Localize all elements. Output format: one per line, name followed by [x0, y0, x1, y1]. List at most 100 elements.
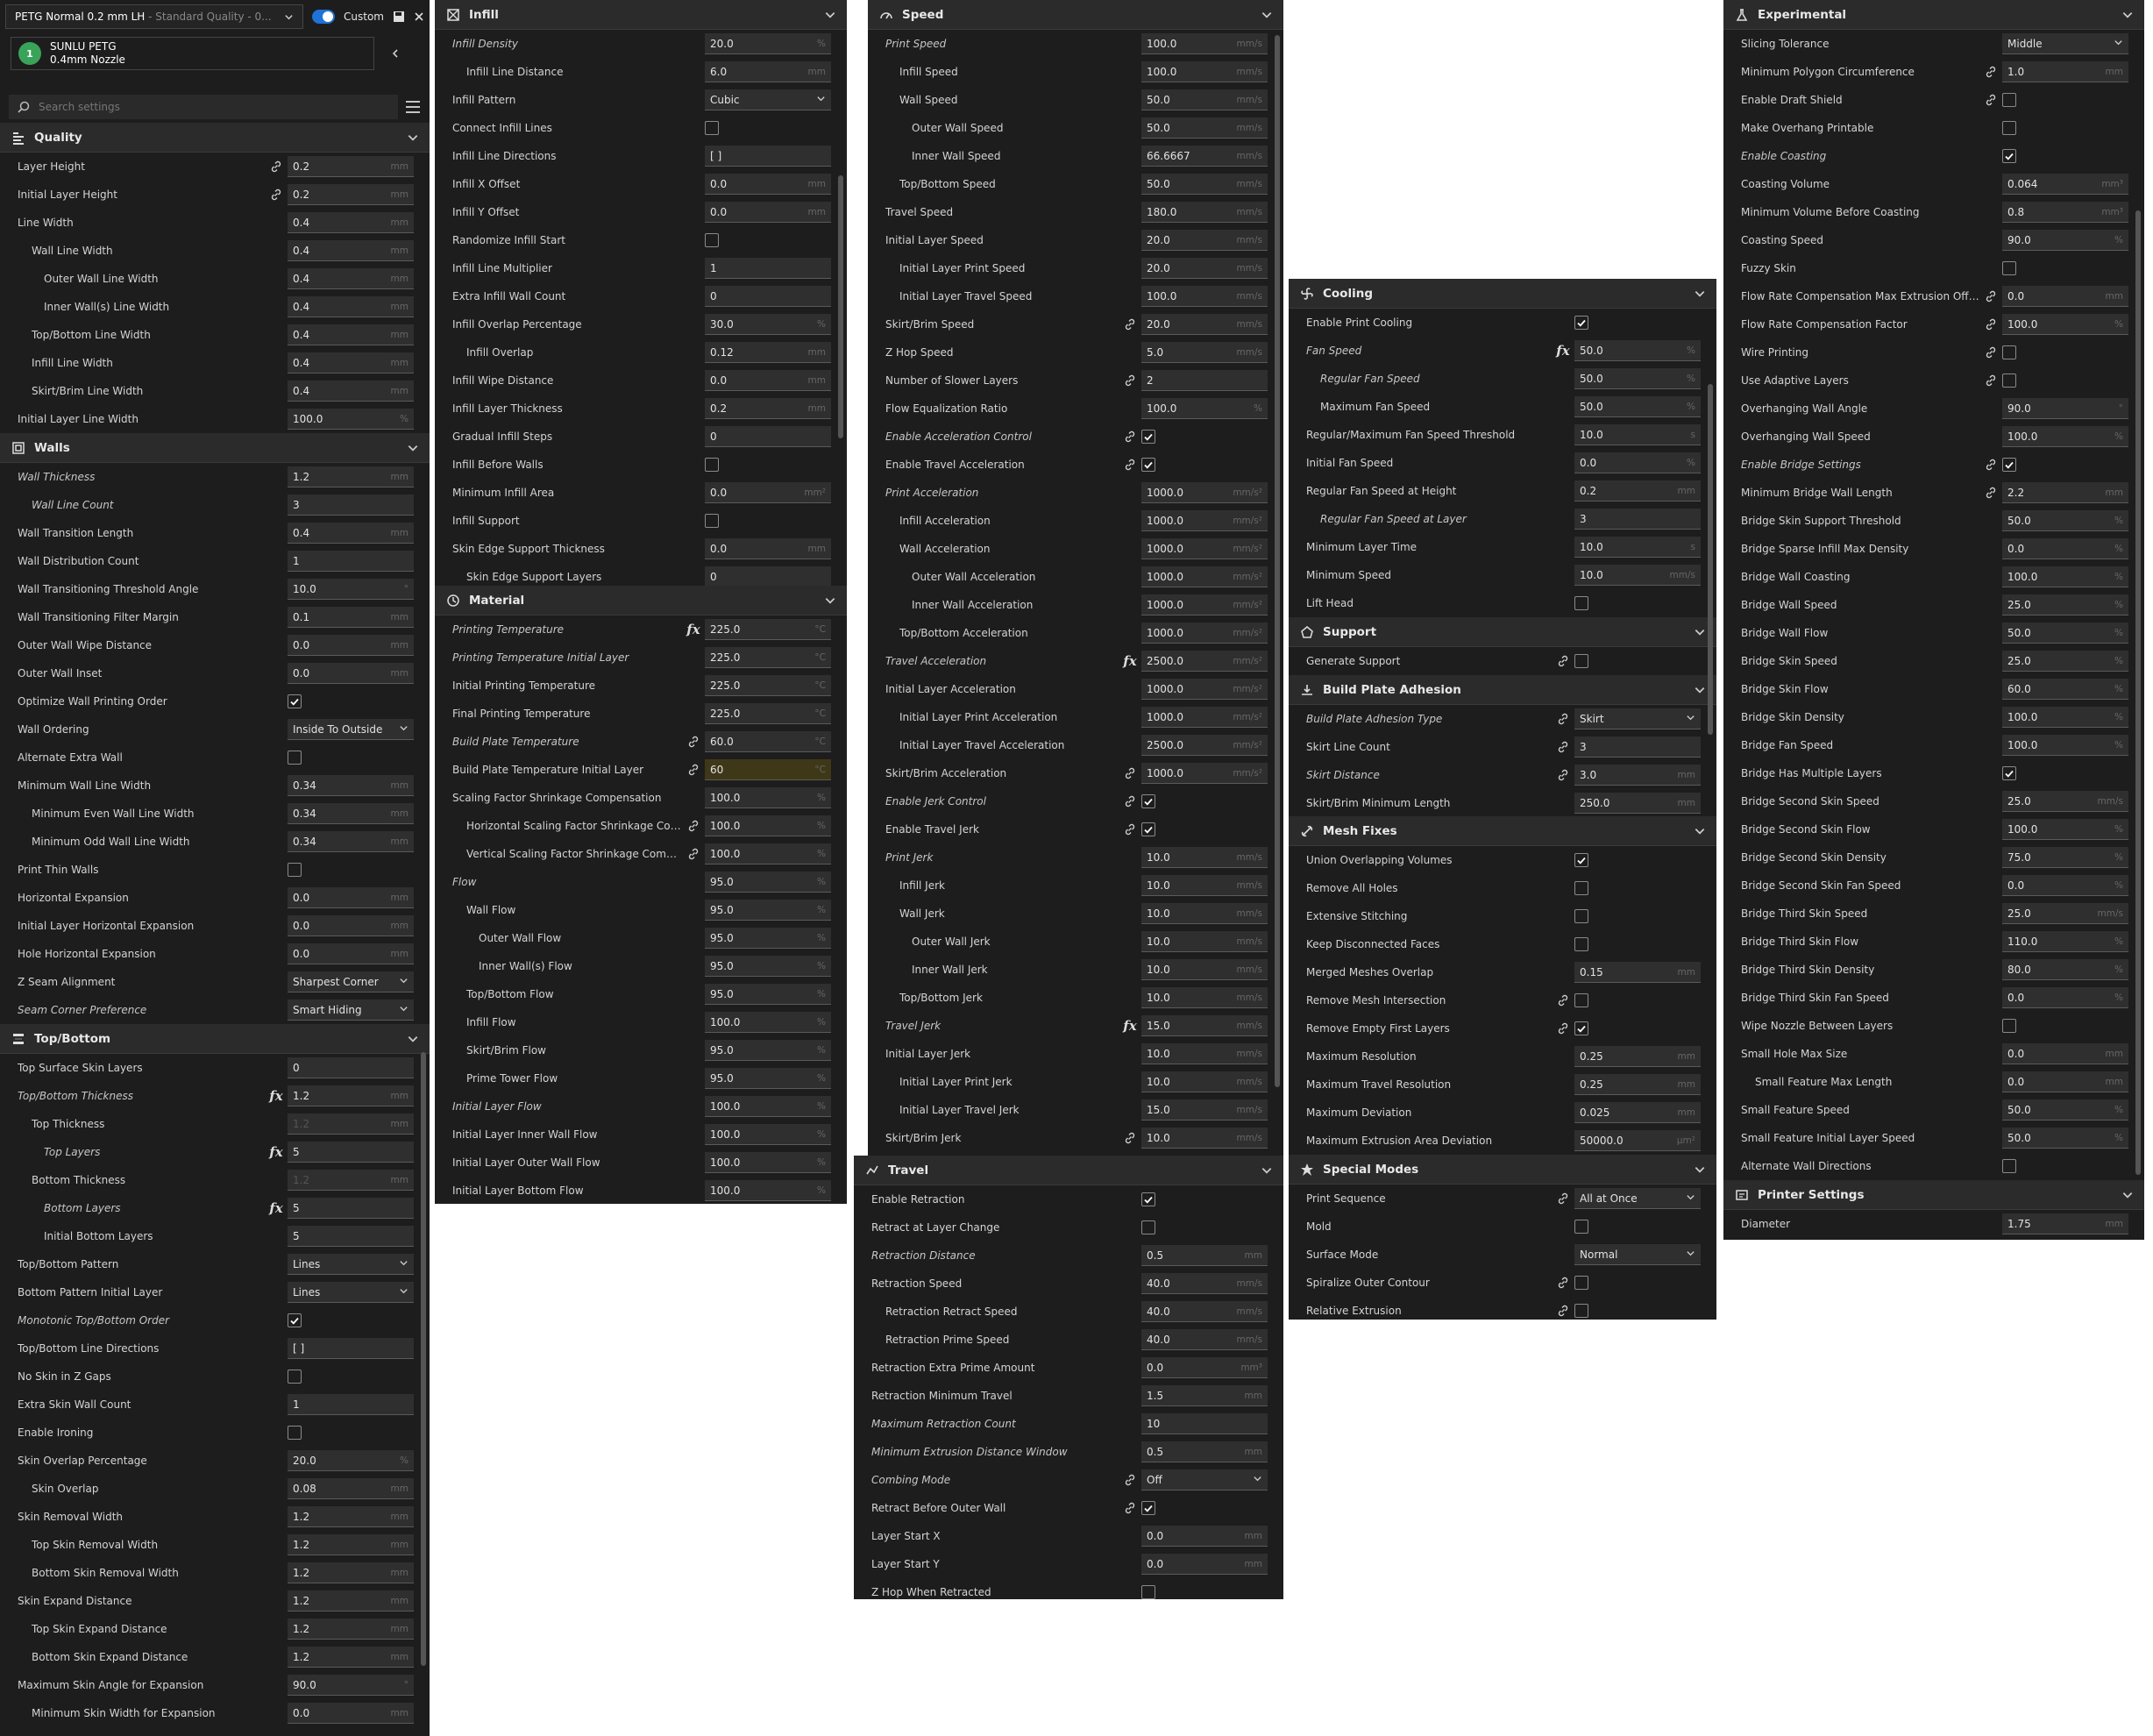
link-icon[interactable]	[1979, 288, 2002, 305]
setting-input[interactable]: 5	[288, 1142, 414, 1163]
setting-input[interactable]: 0.5 mm	[1141, 1441, 1268, 1462]
scrollbar[interactable]	[1275, 35, 1280, 1087]
link-icon[interactable]	[1119, 1129, 1141, 1147]
setting-input[interactable]: 10.0 mm/s	[1141, 875, 1268, 896]
setting-checkbox[interactable]	[1574, 1220, 1588, 1234]
material-selector[interactable]: 1 SUNLU PETG 0.4mm Nozzle	[11, 37, 374, 70]
section-header-adhesion[interactable]: Build Plate Adhesion	[1289, 675, 1716, 705]
setting-input[interactable]: 50.0%	[2002, 1128, 2128, 1149]
setting-checkbox[interactable]	[1141, 1220, 1155, 1234]
setting-input[interactable]: 1.2 mm	[288, 466, 414, 487]
setting-input[interactable]: 0.0 mm²	[705, 482, 831, 503]
setting-select[interactable]: Normal	[1574, 1244, 1701, 1265]
section-header-walls[interactable]: Walls	[0, 433, 430, 463]
setting-input[interactable]: 1000.0 mm/s²	[1141, 538, 1268, 559]
setting-input[interactable]: 25.0 mm/s	[2002, 791, 2128, 812]
section-header-quality[interactable]: Quality	[0, 123, 430, 153]
section-header-infill[interactable]: Infill	[435, 0, 847, 30]
chevron-down-icon[interactable]	[1261, 9, 1273, 21]
setting-input[interactable]: 40.0 mm/s	[1141, 1301, 1268, 1322]
setting-input[interactable]: 20.0 mm/s	[1141, 314, 1268, 335]
setting-input[interactable]: 0.0 mm	[705, 370, 831, 391]
setting-input[interactable]: 0.4 mm	[288, 240, 414, 261]
scrollbar[interactable]	[421, 1052, 426, 1666]
chevron-down-icon[interactable]	[1694, 288, 1706, 300]
section-header-support[interactable]: Support	[1289, 617, 1716, 647]
setting-input[interactable]: 95.0%	[705, 900, 831, 921]
setting-checkbox[interactable]	[1141, 1192, 1155, 1206]
link-icon[interactable]	[1979, 484, 2002, 502]
scrollbar[interactable]	[1708, 384, 1713, 735]
setting-checkbox[interactable]	[1574, 596, 1588, 610]
setting-input[interactable]: 0.4 mm	[288, 352, 414, 374]
setting-input[interactable]: 0.0 mm	[1141, 1554, 1268, 1575]
setting-select[interactable]: All at Once	[1574, 1188, 1701, 1209]
setting-input[interactable]: 100.0%	[705, 1012, 831, 1033]
section-header-speed[interactable]: Speed	[868, 0, 1283, 30]
setting-input[interactable]: 100.0%	[705, 1152, 831, 1173]
setting-input[interactable]: 100.0%	[705, 1180, 831, 1201]
setting-select[interactable]: Skirt	[1574, 708, 1701, 729]
setting-input[interactable]: 100.0%	[705, 815, 831, 836]
setting-input[interactable]: 5.0 mm/s	[1141, 342, 1268, 363]
setting-input[interactable]: 180.0 mm/s	[1141, 202, 1268, 223]
setting-input[interactable]: 10.0 mm/s	[1141, 931, 1268, 952]
setting-input[interactable]: 50.0%	[1574, 396, 1701, 417]
setting-checkbox[interactable]	[705, 458, 719, 472]
setting-input[interactable]: 1.75 mm	[2002, 1213, 2128, 1234]
setting-input[interactable]: 5	[288, 1226, 414, 1247]
setting-input[interactable]: 110.0%	[2002, 931, 2128, 952]
setting-input[interactable]: 40.0 mm/s	[1141, 1273, 1268, 1294]
setting-input[interactable]: 20.0 mm/s	[1141, 258, 1268, 279]
link-icon[interactable]	[1552, 992, 1574, 1009]
setting-checkbox[interactable]	[1141, 430, 1155, 444]
setting-input[interactable]: 0.0 mm	[705, 538, 831, 559]
setting-input[interactable]: 1.2 mm	[288, 1113, 414, 1135]
search-input[interactable]: Search settings	[9, 95, 398, 119]
setting-input[interactable]: 1.2 mm	[288, 1590, 414, 1611]
setting-checkbox[interactable]	[1574, 1304, 1588, 1318]
setting-input[interactable]: 1.5 mm	[1141, 1385, 1268, 1406]
setting-select[interactable]: Lines	[288, 1254, 414, 1275]
setting-input[interactable]: 0.0 mm	[288, 943, 414, 964]
setting-input[interactable]: 1000.0 mm/s²	[1141, 763, 1268, 784]
link-icon[interactable]	[1552, 710, 1574, 728]
scrollbar[interactable]	[2135, 210, 2141, 1175]
setting-input[interactable]: 3	[288, 494, 414, 516]
setting-checkbox[interactable]	[1574, 909, 1588, 923]
chevron-down-icon[interactable]	[824, 9, 836, 21]
setting-checkbox[interactable]	[1574, 654, 1588, 668]
setting-input[interactable]: 10	[1141, 1413, 1268, 1434]
setting-input[interactable]: 0.12 mm	[705, 342, 831, 363]
setting-input[interactable]: 0.4 mm	[288, 381, 414, 402]
chevron-down-icon[interactable]	[407, 1033, 419, 1045]
setting-input[interactable]: 95.0%	[705, 1068, 831, 1089]
setting-input[interactable]: 20.0 mm/s	[1141, 230, 1268, 251]
link-icon[interactable]	[1979, 456, 2002, 473]
setting-input[interactable]: 50000.0 μm²	[1574, 1130, 1701, 1151]
setting-input[interactable]: 0	[705, 286, 831, 307]
setting-input[interactable]: 10.0 s	[1574, 537, 1701, 558]
setting-input[interactable]: 50.0%	[2002, 1099, 2128, 1121]
setting-input[interactable]: 10.0 mm/s	[1141, 847, 1268, 868]
setting-input[interactable]: 25.0 mm/s	[2002, 903, 2128, 924]
setting-input[interactable]: 250.0 mm	[1574, 793, 1701, 814]
setting-checkbox[interactable]	[2002, 374, 2016, 388]
link-icon[interactable]	[1552, 1190, 1574, 1207]
setting-checkbox[interactable]	[1141, 822, 1155, 836]
setting-input[interactable]: 95.0%	[705, 956, 831, 977]
setting-input[interactable]: 1.2 mm	[288, 1170, 414, 1191]
chevron-down-icon[interactable]	[824, 594, 836, 607]
link-icon[interactable]	[1979, 91, 2002, 109]
setting-input[interactable]: 0.1 mm	[288, 607, 414, 628]
setting-input[interactable]: 50.0 mm/s	[1141, 117, 1268, 139]
setting-input[interactable]: 0.15 mm	[1574, 962, 1701, 983]
setting-checkbox[interactable]	[2002, 1159, 2016, 1173]
setting-input[interactable]: 100.0%	[705, 1096, 831, 1117]
setting-input[interactable]: 30.0%	[705, 314, 831, 335]
setting-input[interactable]: 2500.0 mm/s²	[1141, 651, 1268, 672]
setting-input[interactable]: 100.0%	[705, 843, 831, 864]
setting-input[interactable]: 0.25 mm	[1574, 1046, 1701, 1067]
setting-input[interactable]: 3	[1574, 736, 1701, 758]
setting-input[interactable]: 0.34 mm	[288, 775, 414, 796]
